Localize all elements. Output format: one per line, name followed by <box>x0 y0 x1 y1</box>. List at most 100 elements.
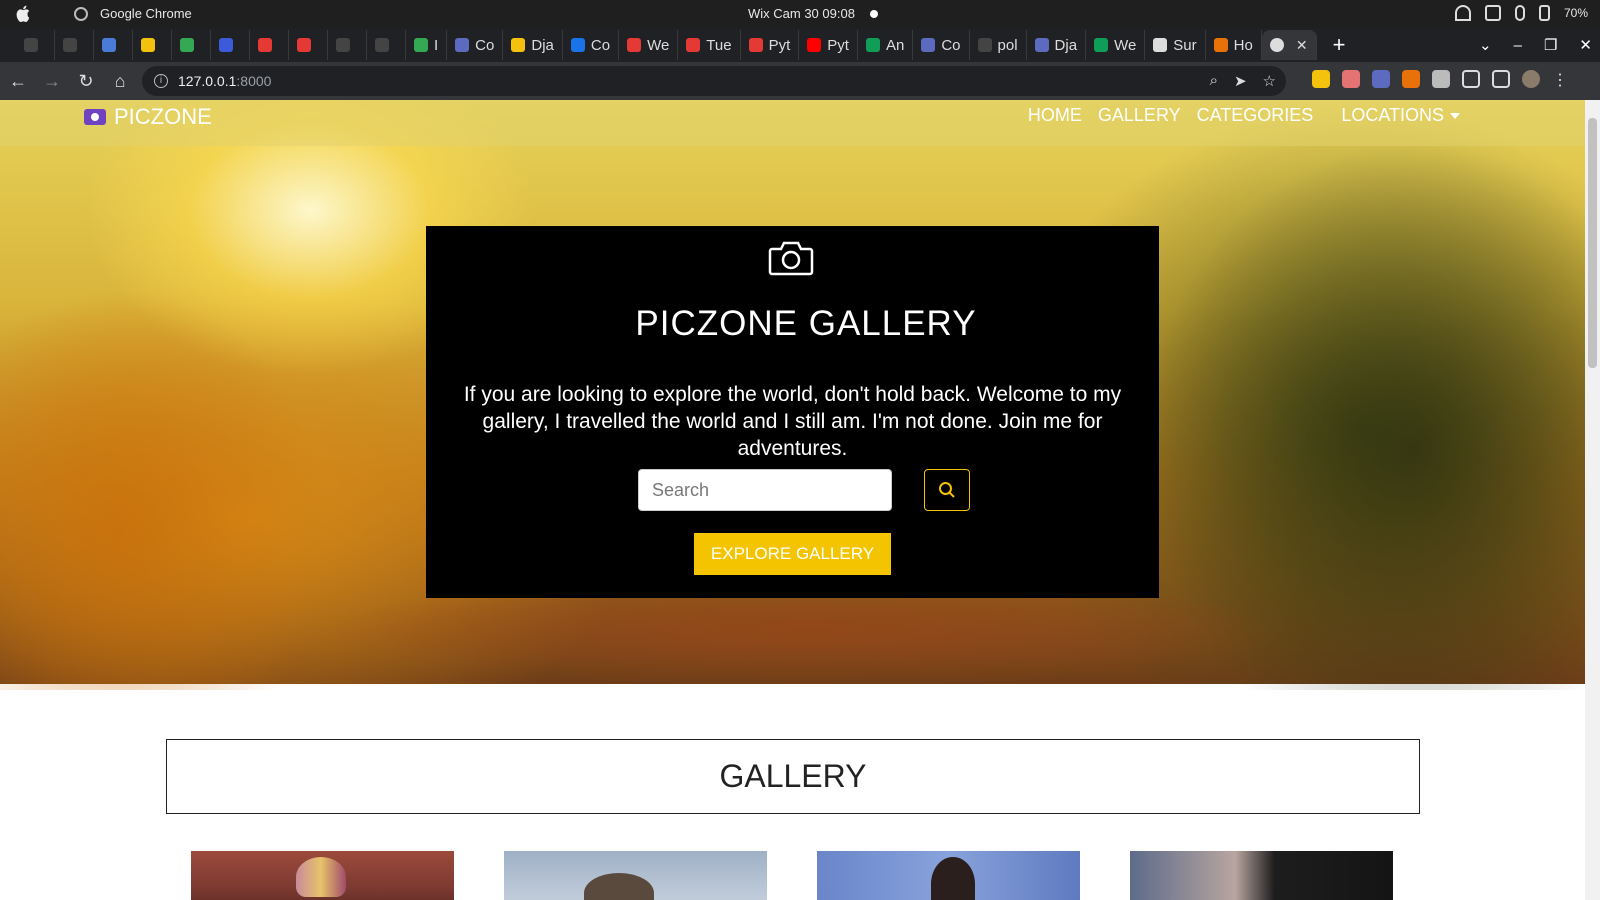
volume-icon[interactable] <box>1484 5 1501 21</box>
nav-gallery[interactable]: GALLERY <box>1090 105 1189 126</box>
browser-tab[interactable] <box>133 30 172 60</box>
browser-tab[interactable]: pol <box>970 30 1027 60</box>
browser-tab[interactable] <box>289 30 328 60</box>
nav-categories[interactable]: CATEGORIES <box>1189 105 1322 126</box>
browser-tab[interactable] <box>16 30 55 60</box>
browser-tab[interactable]: Pyt <box>741 30 800 60</box>
site-info-icon[interactable]: i <box>154 74 168 88</box>
tab-favicon-icon <box>258 38 272 52</box>
tab-strip: I Co Dja Co We Tue Pyt Pyt An Co pol Dja We Sur Ho ✕ +… <box>0 28 1600 62</box>
bookmark-star-icon[interactable]: ☆ <box>1263 72 1276 90</box>
close-window-icon[interactable]: ✕ <box>1579 36 1592 54</box>
search-button[interactable] <box>924 469 970 511</box>
nav-locations-dropdown[interactable]: LOCATIONS <box>1333 105 1468 126</box>
tab-title: Sur <box>1173 36 1197 54</box>
tab-title: Pyt <box>827 36 849 54</box>
nav-home[interactable]: HOME <box>1020 105 1090 126</box>
search-input[interactable] <box>638 469 892 511</box>
wifi-icon[interactable] <box>1454 5 1471 21</box>
restore-icon[interactable]: ❐ <box>1544 36 1557 54</box>
microphone-icon[interactable] <box>1514 5 1525 21</box>
site-brand[interactable]: PICZONE <box>84 104 212 130</box>
nav-links: HOME GALLERY CATEGORIES LOCATIONS <box>1020 105 1468 126</box>
zoom-icon[interactable]: ⌕ <box>1210 72 1218 90</box>
browser-tab[interactable]: Pyt <box>799 30 858 60</box>
extension-video-icon[interactable] <box>1342 70 1360 88</box>
tab-title: An <box>885 36 905 54</box>
system-tray: 70% <box>1454 5 1588 21</box>
browser-tab[interactable]: Tue <box>678 30 741 60</box>
browser-tab[interactable] <box>367 30 406 60</box>
battery-percentage: 70% <box>1563 6 1588 20</box>
profile-avatar[interactable] <box>1522 70 1540 88</box>
browser-tab[interactable]: Co <box>913 30 970 60</box>
gallery-image[interactable] <box>817 851 1080 900</box>
hero-card: PICZONE GALLERY If you are looking to ex… <box>426 226 1159 598</box>
cast-icon[interactable] <box>1462 70 1480 88</box>
explore-gallery-button[interactable]: EXPLORE GALLERY <box>694 533 891 575</box>
browser-tab[interactable]: Co <box>447 30 504 60</box>
browser-tab[interactable]: An <box>858 30 914 60</box>
browser-tab[interactable] <box>172 30 211 60</box>
forward-icon[interactable]: → <box>36 65 68 97</box>
tab-favicon-icon <box>686 38 701 52</box>
battery-icon[interactable] <box>1538 5 1550 21</box>
active-tab[interactable]: ✕ <box>1261 30 1317 60</box>
back-icon[interactable]: ← <box>2 65 34 97</box>
os-app-name[interactable]: Google Chrome <box>100 6 192 21</box>
reload-icon[interactable]: ↻ <box>70 65 102 97</box>
minimize-icon[interactable]: – <box>1514 37 1522 54</box>
browser-tab[interactable]: Dja <box>503 30 563 60</box>
tab-favicon-icon <box>63 38 77 52</box>
extensions: ⋮ <box>1312 70 1568 89</box>
apple-icon[interactable] <box>16 5 32 22</box>
gallery-heading: GALLERY <box>166 739 1420 814</box>
side-panel-icon[interactable] <box>1492 70 1510 88</box>
tab-title: Co <box>475 36 495 54</box>
browser-tab[interactable] <box>328 30 367 60</box>
browser-tab[interactable]: I <box>406 30 448 60</box>
browser-tab[interactable]: Sur <box>1145 30 1206 60</box>
gallery-image[interactable] <box>1130 851 1393 900</box>
more-menu-icon[interactable]: ⋮ <box>1552 70 1568 89</box>
search-icon <box>939 482 955 498</box>
browser-tab[interactable] <box>250 30 289 60</box>
os-menubar: Google Chrome Wix Cam 30 09:08 70% <box>0 0 1600 28</box>
tab-favicon-icon <box>336 38 350 52</box>
caret-down-icon <box>1450 113 1460 120</box>
gallery-image[interactable] <box>191 851 454 900</box>
send-icon[interactable]: ➤ <box>1234 72 1247 90</box>
tab-favicon-icon <box>141 38 155 52</box>
home-icon[interactable]: ⌂ <box>104 65 136 97</box>
browser-tab[interactable]: Ho <box>1206 30 1262 60</box>
browser-toolbar: ← → ↻ ⌂ i 127.0.0.1:8000 ⌕ ➤ ☆ ⋮ <box>0 62 1600 100</box>
close-tab-icon[interactable]: ✕ <box>1296 37 1308 54</box>
page-scrollbar[interactable] <box>1585 100 1600 900</box>
address-bar[interactable]: i 127.0.0.1:8000 ⌕ ➤ ☆ <box>142 66 1286 96</box>
tab-favicon-icon <box>921 38 936 52</box>
browser-tab[interactable]: Dja <box>1027 30 1087 60</box>
camera-icon <box>768 241 814 276</box>
browser-tab[interactable] <box>211 30 250 60</box>
browser-tab[interactable]: Co <box>563 30 620 60</box>
os-clock[interactable]: Wix Cam 30 09:08 <box>748 6 855 21</box>
tab-favicon-icon <box>375 38 389 52</box>
extension-translate-icon[interactable] <box>1372 70 1390 88</box>
browser-tab[interactable]: We <box>1086 30 1146 60</box>
new-tab-button[interactable]: + <box>1317 32 1362 58</box>
tab-favicon-icon <box>807 38 822 52</box>
extension-metamask-icon[interactable] <box>1402 70 1420 88</box>
tab-search-icon[interactable]: ⌄ <box>1479 36 1492 54</box>
camera-logo-icon <box>84 109 106 125</box>
gallery-image[interactable] <box>504 851 767 900</box>
recording-dot-icon <box>870 10 878 18</box>
chrome-app-icon <box>74 7 88 21</box>
tab-favicon-icon <box>511 38 526 52</box>
browser-tab[interactable] <box>55 30 94 60</box>
browser-tab[interactable]: We <box>619 30 679 60</box>
browser-tab[interactable] <box>94 30 133 60</box>
site-navbar: PICZONE HOME GALLERY CATEGORIES LOCATION… <box>0 100 1585 146</box>
scrollbar-thumb[interactable] <box>1588 118 1597 368</box>
extension-yellow-icon[interactable] <box>1312 70 1330 88</box>
extensions-puzzle-icon[interactable] <box>1432 70 1450 88</box>
